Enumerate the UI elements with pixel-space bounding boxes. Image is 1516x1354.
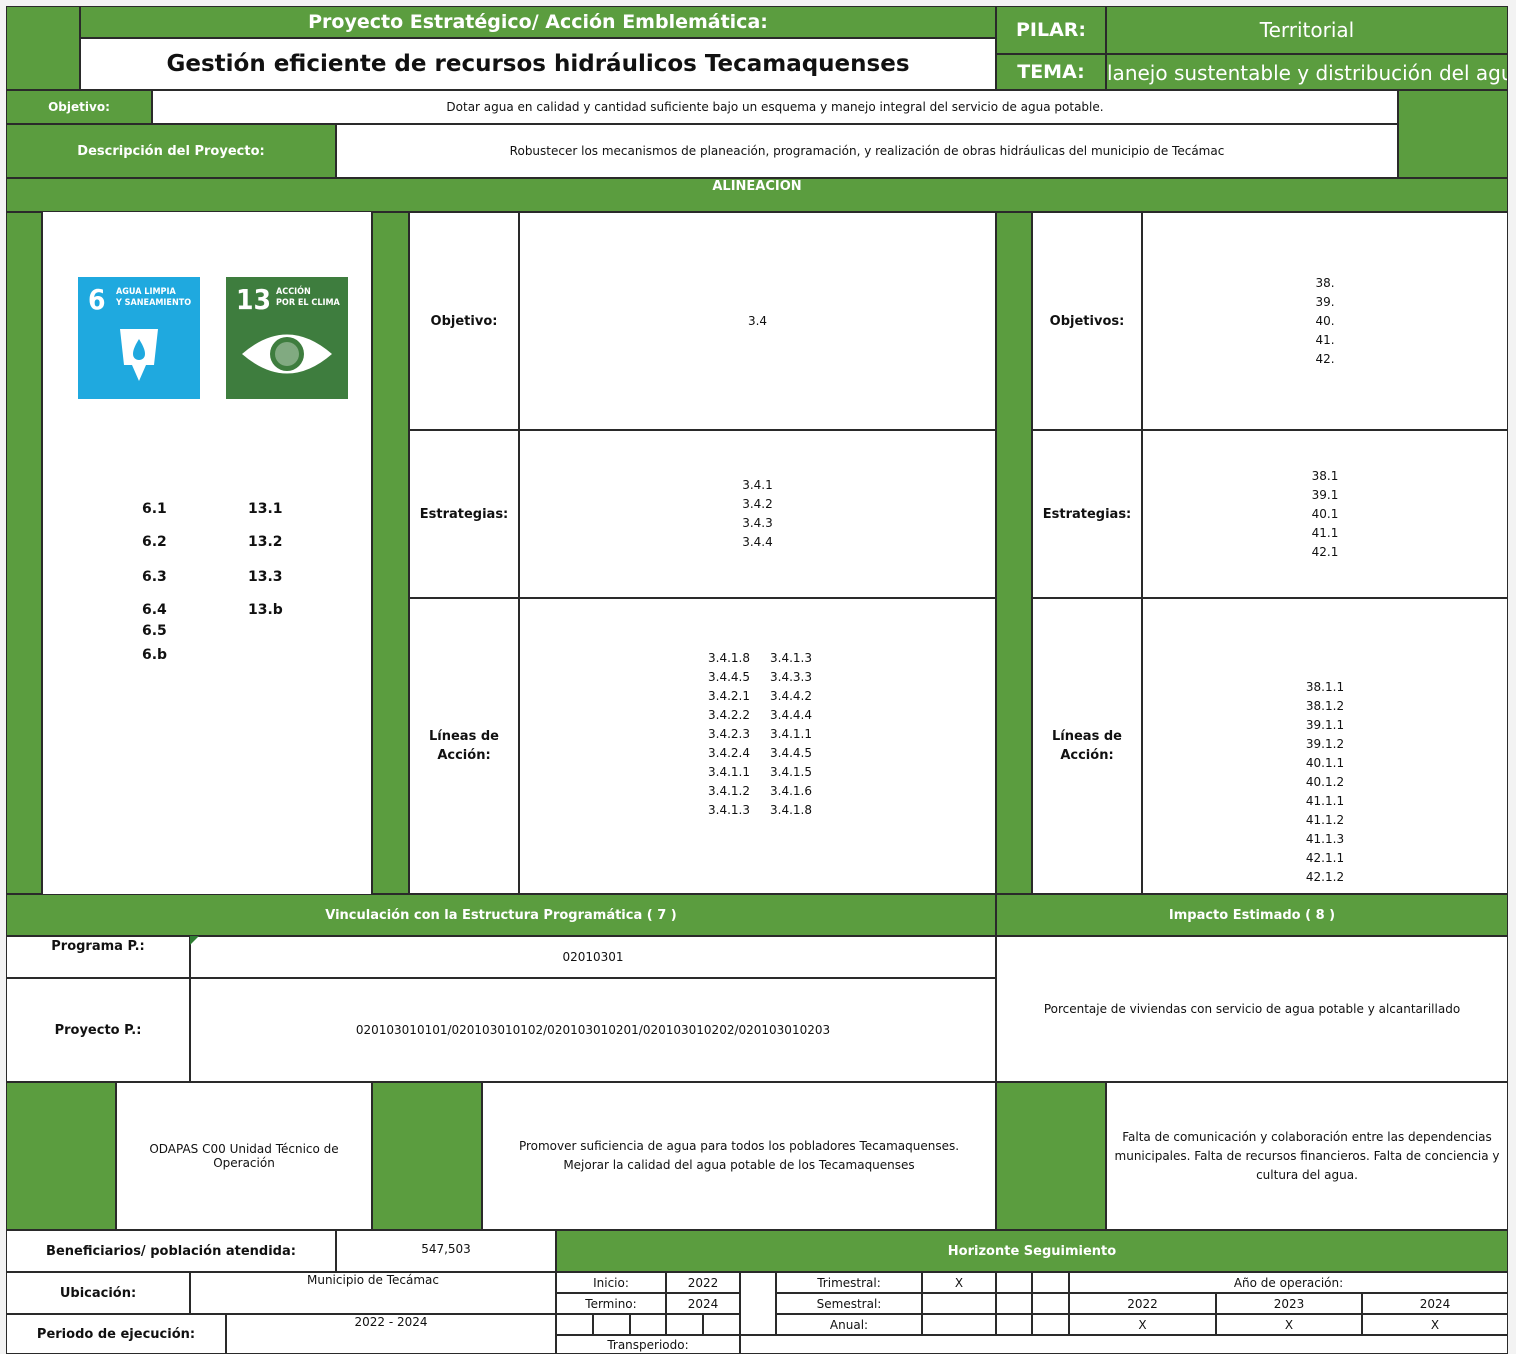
descripcion-text: Robustecer los mecanismos de planeación,… [336, 124, 1398, 178]
blank-cell [740, 1272, 776, 1335]
cell-comment-marker [190, 936, 199, 945]
mid-lineas-cell: 3.4.1.8 3.4.4.5 3.4.2.1 3.4.2.2 3.4.2.3 … [519, 598, 996, 894]
metas-text: Promover suficiencia de agua para todos … [482, 1082, 996, 1230]
goal-13-3: 13.3 [248, 569, 283, 585]
blank-cell [1032, 1272, 1069, 1293]
right-objetivos-value: 38. 39. 40. 41. 42. [1142, 212, 1508, 430]
mid-objetivo-label: Objetivo: [409, 212, 519, 430]
pilar-label: PILAR: [996, 6, 1106, 54]
pilar-value: Territorial [1106, 6, 1508, 54]
trimestral-label: Trimestral: [776, 1272, 922, 1293]
goal-6-2: 6.2 [142, 534, 167, 550]
right-estrategias-value: 38.1 39.1 40.1 41.1 42.1 [1142, 430, 1508, 598]
vinculacion-title: Vinculación con la Estructura Programáti… [6, 894, 996, 936]
beneficiarios-value: 547,503 [336, 1230, 556, 1272]
mid-lineas-col1: 3.4.1.8 3.4.4.5 3.4.2.1 3.4.2.2 3.4.2.3 … [708, 651, 750, 817]
termino-label: Termino: [556, 1293, 666, 1314]
trimestral-value: X [922, 1272, 996, 1293]
unidad-responsable: ODAPAS C00 Unidad Técnico de Operación [116, 1082, 372, 1230]
semestral-label: Semestral: [776, 1293, 922, 1314]
mid-estrategias-value: 3.4.1 3.4.2 3.4.3 3.4.4 [519, 430, 996, 598]
descripcion-label: Descripción del Proyecto: [6, 124, 336, 178]
programa-value: 02010301 [190, 936, 996, 978]
mid-objetivo-value: 3.4 [519, 212, 996, 430]
alineacion-right-strip [996, 212, 1032, 894]
ubicacion-value: Municipio de Tecámac [190, 1272, 556, 1314]
proyecto-label: Proyecto P.: [6, 978, 190, 1082]
proyecto-value: 020103010101/020103010102/020103010201/0… [190, 978, 996, 1082]
transperiodo-label: Transperiodo: [556, 1335, 740, 1354]
blank-cell [556, 1314, 593, 1335]
sdg13-icon: 13 ACCIÓN POR EL CLIMA [226, 277, 348, 399]
anual-value [922, 1314, 996, 1335]
mid-lineas-label: Líneas de Acción: [409, 598, 519, 894]
year-2022-mark: X [1069, 1314, 1216, 1335]
right-objetivos-label: Objetivos: [1032, 212, 1142, 430]
inicio-value: 2022 [666, 1272, 740, 1293]
blank-cell [740, 1335, 1508, 1354]
termino-value: 2024 [666, 1293, 740, 1314]
periodo-value: 2022 - 2024 [226, 1314, 556, 1354]
resp-strip-2 [372, 1082, 482, 1230]
right-estrategias-label: Estrategias: [1032, 430, 1142, 598]
blank-cell [1032, 1314, 1069, 1335]
tema-value: lanejo sustentable y distribución del ag… [1106, 54, 1508, 90]
goal-6-1: 6.1 [142, 501, 167, 517]
horizonte-title: Horizonte Seguimiento [556, 1230, 1508, 1272]
objetivo-label: Objetivo: [6, 90, 152, 124]
year-2023-mark: X [1216, 1314, 1362, 1335]
periodo-label: Periodo de ejecución: [6, 1314, 226, 1354]
resp-strip-3 [996, 1082, 1106, 1230]
beneficiarios-label: Beneficiarios/ población atendida: [6, 1230, 336, 1272]
year-2022: 2022 [1069, 1293, 1216, 1314]
goal-6-5: 6.5 [142, 623, 167, 639]
right-lineas-value: 38.1.1 38.1.2 39.1.1 39.1.2 40.1.1 40.1.… [1142, 598, 1508, 894]
blank-cell [630, 1314, 666, 1335]
objetivo-text: Dotar agua en calidad y cantidad suficie… [152, 90, 1398, 124]
year-2024-mark: X [1362, 1314, 1508, 1335]
blank-cell [593, 1314, 630, 1335]
proyecto-label: Proyecto Estratégico/ Acción Emblemática… [80, 6, 996, 38]
header-left-block [6, 6, 80, 90]
goal-6-b: 6.b [142, 647, 168, 663]
goal-13-2: 13.2 [248, 534, 283, 550]
sdg6-icon: 6 AGUA LIMPIA Y SANEAMIENTO [78, 277, 200, 399]
semestral-value [922, 1293, 996, 1314]
page-title: Gestión eficiente de recursos hidráulico… [80, 38, 996, 90]
impacto-title: Impacto Estimado ( 8 ) [996, 894, 1508, 936]
blank-cell [666, 1314, 703, 1335]
right-lineas-label: Líneas de Acción: [1032, 598, 1142, 894]
blank-cell [996, 1293, 1032, 1314]
blank-cell [996, 1272, 1032, 1293]
alineacion-left-strip [6, 212, 42, 894]
goal-13-b: 13.b [248, 602, 283, 618]
anio-operacion-label: Año de operación: [1069, 1272, 1508, 1293]
year-2024: 2024 [1362, 1293, 1508, 1314]
alineacion-mid-strip [372, 212, 409, 894]
mid-lineas-col2: 3.4.1.3 3.4.3.3 3.4.4.2 3.4.4.4 3.4.1.1 … [770, 651, 812, 817]
header-right-block [1398, 90, 1508, 178]
blank-cell [703, 1314, 740, 1335]
goal-13-1: 13.1 [248, 501, 283, 517]
mid-estrategias-label: Estrategias: [409, 430, 519, 598]
riesgos-text: Falta de comunicación y colaboración ent… [1106, 1082, 1508, 1230]
impacto-text: Porcentaje de viviendas con servicio de … [996, 936, 1508, 1082]
tema-label: TEMA: [996, 54, 1106, 90]
blank-cell [996, 1314, 1032, 1335]
resp-strip-1 [6, 1082, 116, 1230]
sdg-panel: 6 AGUA LIMPIA Y SANEAMIENTO 13 ACCIÓN PO… [42, 212, 372, 894]
blank-cell [1032, 1293, 1069, 1314]
year-2023: 2023 [1216, 1293, 1362, 1314]
anual-label: Anual: [776, 1314, 922, 1335]
goal-6-3: 6.3 [142, 569, 167, 585]
ubicacion-label: Ubicación: [6, 1272, 190, 1314]
alineacion-title: ALINEACIÓN [6, 178, 1508, 212]
inicio-label: Inicio: [556, 1272, 666, 1293]
goal-6-4: 6.4 [142, 602, 167, 618]
programa-label: Programa P.: [6, 936, 190, 978]
